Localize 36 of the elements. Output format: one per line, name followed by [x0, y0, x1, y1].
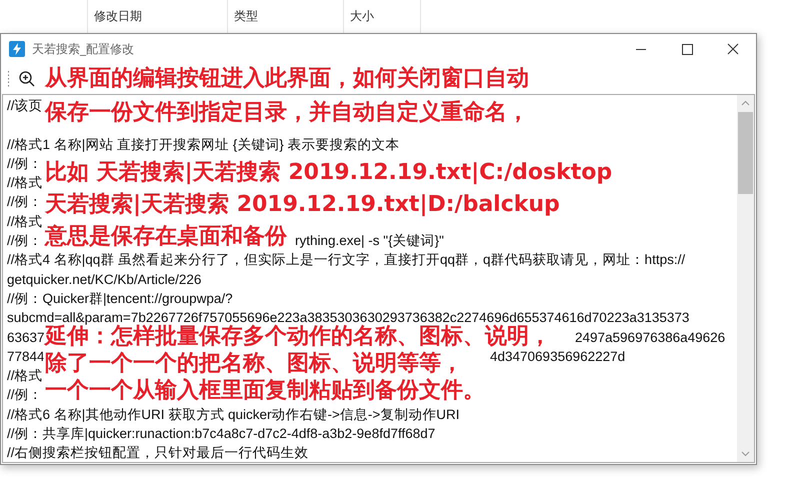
- code-line: //格式: [7, 367, 43, 386]
- code-line: 77844: [7, 348, 45, 364]
- code-line: //格式: [7, 174, 43, 192]
- code-line: rything.exe| -s "{关键词}": [295, 232, 444, 250]
- annotation-text: 除了一个一个的把名称、图标、说明等等，: [45, 351, 463, 376]
- annotation-text: 天若搜索|天若搜索 2019.12.19.txt|D:/balckup: [45, 192, 560, 217]
- code-line: getquicker.net/KC/Kb/Article/226: [7, 270, 202, 289]
- code-line: 63637: [7, 330, 45, 345]
- code-line: 2497a596976386a49626: [575, 328, 726, 347]
- zoom-in-icon[interactable]: [18, 70, 36, 88]
- code-line: //格式1 名称|网站 直接打开搜索网址 {关键词} 表示要搜索的文本: [7, 136, 400, 154]
- annotation-text: 延伸：怎样批量保存多个动作的名称、图标、说明，: [45, 324, 551, 349]
- code-line: //格式: [7, 212, 43, 231]
- code-line: //例：: [7, 154, 43, 173]
- code-line: 4d347069356962227d: [490, 348, 626, 366]
- code-line: //该页: [7, 97, 43, 115]
- text-area[interactable]: [2, 94, 755, 463]
- scroll-thumb[interactable]: [738, 112, 753, 194]
- code-line: //格式6 名称|其他动作URI 获取方式 quicker动作右键->信息->复制动作URI: [7, 406, 460, 424]
- code-line: //例：Quicker群|tencent://groupwpa/?: [7, 290, 233, 308]
- window-title: 天若搜索_配置修改: [32, 40, 135, 58]
- grip-icon: [7, 70, 10, 88]
- code-line: //格式4 名称|qq群 虽然看起来分行了，但实际上是一行文字，直接打开qq群，q群代码获取请见，网址：https://: [7, 251, 686, 270]
- annotation-text: 意思是保存在桌面和备份: [45, 224, 287, 249]
- annotation-text: 一个一个从输入框里面复制粘贴到备份文件。: [45, 378, 485, 403]
- scrollbar[interactable]: [737, 95, 754, 462]
- code-line: //例：: [7, 233, 43, 248]
- annotation-text: 从界面的编辑按钮进入此界面，如何关闭窗口自动: [45, 66, 529, 91]
- lightning-icon: [9, 41, 25, 57]
- annotation-text: 保存一份文件到指定目录，并自动自定义重命名，: [45, 100, 529, 125]
- code-line: //例：: [7, 193, 43, 212]
- code-line: //例：共享库|quicker:runaction:b7c4a8c7-d7c2-4df8-a3b2-9e8fd7ff68d7: [7, 425, 436, 444]
- code-line: //例：: [7, 386, 43, 404]
- code-line: //右侧搜索栏按钮配置，只针对最后一行代码生效: [7, 444, 309, 462]
- code-line: subcmd=all&param=7b2267726f757055696e223a3835303630293736382c2274696d655374616d70223a3135373: [7, 309, 690, 326]
- annotation-text: 比如 天若搜索|天若搜索 2019.12.19.txt|C:/dosktop: [45, 160, 612, 185]
